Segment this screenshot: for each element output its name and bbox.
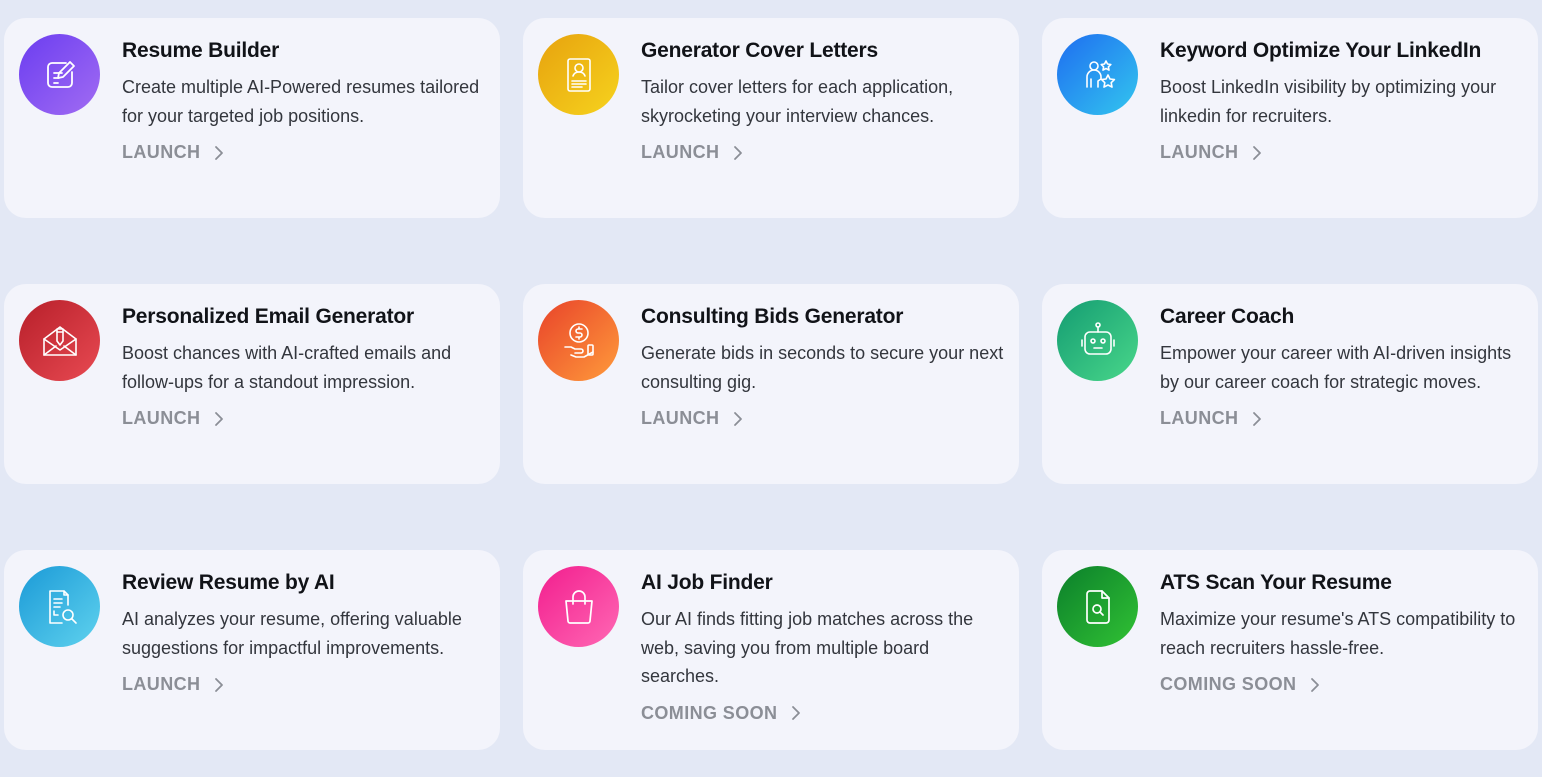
action-label: COMING SOON	[641, 702, 778, 723]
card-description: Boost chances with AI-crafted emails and…	[122, 343, 452, 392]
launch-button[interactable]: LAUNCH	[122, 142, 224, 163]
launch-button[interactable]: LAUNCH	[641, 142, 743, 163]
card-title: ATS Scan Your Resume	[1160, 571, 1392, 594]
card-linkedin-optimize: Keyword Optimize Your LinkedIn Boost Lin…	[1042, 18, 1538, 218]
shopping-bag-icon	[538, 566, 619, 647]
chevron-right-icon	[215, 677, 224, 692]
card-description: Tailor cover letters for each applicatio…	[641, 77, 954, 126]
chevron-right-icon	[1311, 677, 1320, 692]
card-title: Consulting Bids Generator	[641, 305, 904, 328]
action-label: LAUNCH	[641, 408, 720, 428]
card-title: Generator Cover Letters	[641, 39, 878, 62]
card-email-generator: Personalized Email Generator Boost chanc…	[4, 284, 500, 484]
launch-button[interactable]: LAUNCH	[641, 408, 743, 429]
card-title: AI Job Finder	[641, 571, 773, 594]
action-label: LAUNCH	[122, 408, 201, 428]
action-label: LAUNCH	[1160, 408, 1239, 428]
launch-button[interactable]: LAUNCH	[1160, 142, 1262, 163]
document-search-icon	[19, 566, 100, 647]
card-career-coach: Career Coach Empower your career with AI…	[1042, 284, 1538, 484]
card-ats-scan: ATS Scan Your Resume Maximize your resum…	[1042, 550, 1538, 750]
card-title: Review Resume by AI	[122, 571, 335, 594]
edit-document-icon	[19, 34, 100, 115]
coin-hand-icon	[538, 300, 619, 381]
card-job-finder: AI Job Finder Our AI finds fitting job m…	[523, 550, 1019, 750]
card-description: Boost LinkedIn visibility by optimizing …	[1160, 77, 1497, 126]
chevron-right-icon	[1253, 145, 1262, 160]
card-consulting-bids: Consulting Bids Generator Generate bids …	[523, 284, 1019, 484]
card-cover-letters: Generator Cover Letters Tailor cover let…	[523, 18, 1019, 218]
action-label: COMING SOON	[1160, 674, 1297, 694]
action-label: LAUNCH	[1160, 142, 1239, 162]
envelope-pencil-icon	[19, 300, 100, 381]
robot-icon	[1057, 300, 1138, 381]
card-description: Generate bids in seconds to secure your …	[641, 343, 1004, 392]
card-description: Empower your career with AI-driven insig…	[1160, 343, 1512, 392]
profile-document-icon	[538, 34, 619, 115]
card-title: Personalized Email Generator	[122, 305, 415, 328]
card-review-resume: Review Resume by AI AI analyzes your res…	[4, 550, 500, 750]
card-description: AI analyzes your resume, offering valuab…	[122, 609, 462, 658]
file-scan-icon	[1057, 566, 1138, 647]
person-stars-icon	[1057, 34, 1138, 115]
action-label: LAUNCH	[641, 142, 720, 162]
tools-grid: Resume Builder Create multiple AI-Powere…	[4, 18, 1538, 750]
chevron-right-icon	[215, 145, 224, 160]
card-description: Maximize your resume's ATS compatibility…	[1160, 609, 1516, 658]
card-description: Create multiple AI-Powered resumes tailo…	[122, 77, 480, 126]
chevron-right-icon	[734, 411, 743, 426]
card-title: Career Coach	[1160, 305, 1295, 328]
launch-button[interactable]: LAUNCH	[122, 408, 224, 429]
chevron-right-icon	[1253, 411, 1262, 426]
action-label: LAUNCH	[122, 674, 201, 694]
chevron-right-icon	[734, 145, 743, 160]
card-description: Our AI finds fitting job matches across …	[641, 609, 974, 686]
card-title: Keyword Optimize Your LinkedIn	[1160, 39, 1482, 62]
coming-soon-button[interactable]: COMING SOON	[641, 703, 801, 724]
chevron-right-icon	[792, 706, 801, 720]
card-resume-builder: Resume Builder Create multiple AI-Powere…	[4, 18, 500, 218]
coming-soon-button[interactable]: COMING SOON	[1160, 674, 1320, 695]
launch-button[interactable]: LAUNCH	[122, 674, 224, 695]
card-title: Resume Builder	[122, 39, 280, 62]
chevron-right-icon	[215, 411, 224, 426]
action-label: LAUNCH	[122, 142, 201, 162]
launch-button[interactable]: LAUNCH	[1160, 408, 1262, 429]
